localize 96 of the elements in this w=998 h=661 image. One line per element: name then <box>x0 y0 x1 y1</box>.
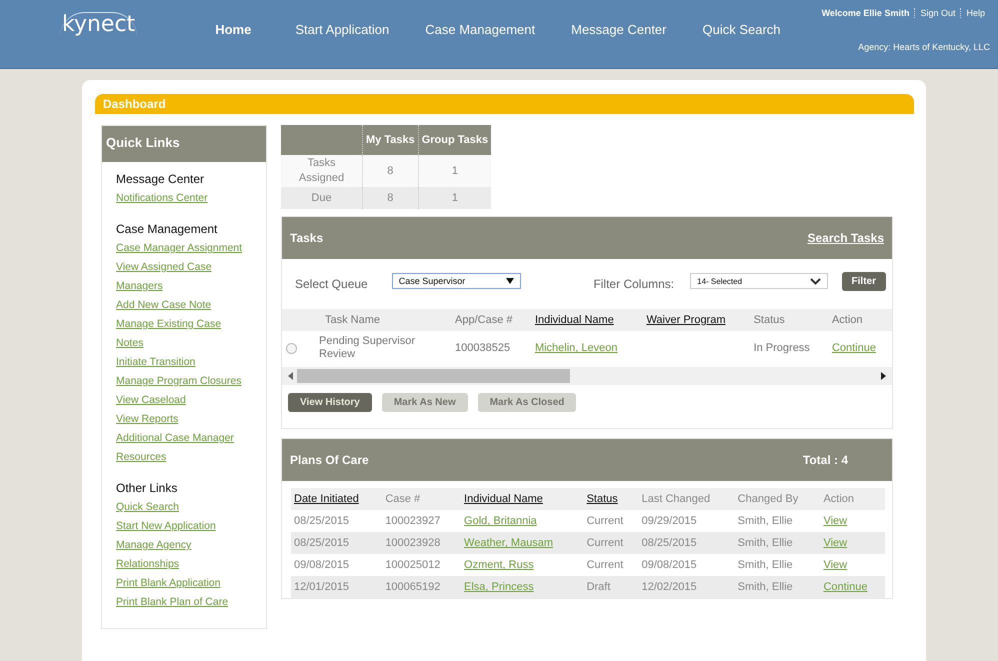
user-link[interactable]: Welcome Ellie Smith <box>816 8 914 18</box>
column-header: Last Changed <box>638 488 735 510</box>
column-header: Changed By <box>734 488 820 510</box>
total-count: Total : 4 <box>802 453 848 467</box>
horizontal-scrollbar[interactable] <box>282 367 892 385</box>
table-cell: Current <box>584 554 639 576</box>
individual-name-link[interactable]: Ozment, Russ <box>464 559 534 571</box>
quick-link[interactable]: Initiate Transition <box>116 353 246 372</box>
logo[interactable]: kynect <box>60 12 138 37</box>
section-heading: Case Management <box>116 222 218 236</box>
table-cell: 1 <box>418 187 492 209</box>
section-heading: Other Links <box>116 481 178 495</box>
quick-link[interactable]: Manage Program Closures <box>116 372 246 391</box>
dashboard-title: Dashboard <box>95 94 914 114</box>
table-cell: 8 <box>362 187 418 209</box>
individual-name-link[interactable]: Gold, Britannia <box>464 515 537 527</box>
quick-link[interactable]: Add New Case Note <box>116 296 246 315</box>
table-cell: 12/01/2015 <box>291 576 382 598</box>
filter-columns-label: Filter Columns: <box>593 277 674 291</box>
nav-link[interactable]: Quick Search <box>684 22 799 37</box>
nav-link[interactable]: Home <box>197 22 270 37</box>
table-cell: 08/25/2015 <box>291 510 382 532</box>
queue-label: Select Queue <box>295 277 368 291</box>
radio-button[interactable] <box>286 342 297 354</box>
quick-link[interactable]: Manage Agency Relationships <box>116 536 246 574</box>
column-header: Task Name <box>303 309 452 331</box>
nav-link[interactable]: Message Center <box>553 22 684 37</box>
table-cell: Pending Supervisor Review <box>303 331 452 365</box>
individual-name-link[interactable]: Michelin, Leveon <box>534 342 618 354</box>
table-cell: Current <box>584 532 639 554</box>
quick-link[interactable]: Notifications Center <box>116 189 246 208</box>
section-heading: Message Center <box>116 172 206 186</box>
user-link[interactable]: Help <box>960 8 990 18</box>
column-header[interactable]: Status <box>584 488 639 510</box>
quick-link[interactable]: Case Manager Assignment <box>116 239 246 258</box>
table-cell: 09/29/2015 <box>638 510 735 532</box>
table-cell: 1 <box>418 155 492 187</box>
column-header: Action <box>828 309 892 331</box>
table-cell: 100023928 <box>382 532 462 554</box>
quick-link[interactable]: Quick Search <box>116 498 246 517</box>
scroll-left-icon[interactable] <box>288 372 293 380</box>
action-link[interactable]: Continue <box>832 342 876 354</box>
table-cell: Draft <box>584 576 639 598</box>
table-cell: Smith, Ellie <box>734 510 820 532</box>
chevron-down-icon <box>810 278 821 284</box>
column-header[interactable]: Individual Name <box>532 309 644 331</box>
filter-columns-dropdown[interactable]: 14- Selected <box>690 273 828 289</box>
table-cell: 100023927 <box>382 510 462 532</box>
table-cell: Tasks Assigned <box>281 155 362 187</box>
quick-link[interactable]: Print Blank Application <box>116 574 246 593</box>
table-cell: 8 <box>362 155 418 187</box>
quick-link[interactable]: Manage Existing Case Notes <box>116 315 246 353</box>
nav-link[interactable]: Case Management <box>407 22 554 37</box>
table-cell: Smith, Ellie <box>734 576 820 598</box>
column-header: App/Case # <box>452 309 532 331</box>
column-header[interactable]: Individual Name <box>461 488 584 510</box>
panel-title: Plans Of Care <box>290 453 369 467</box>
column-header: Case # <box>382 488 462 510</box>
search-tasks-link[interactable]: Search Tasks <box>808 231 884 245</box>
quick-links-title: Quick Links <box>102 126 266 162</box>
column-header[interactable]: Date Initiated <box>291 488 382 510</box>
quick-link[interactable]: Additional Case Manager Resources <box>116 429 246 467</box>
dropdown-arrow-icon <box>506 278 514 284</box>
queue-dropdown[interactable]: Case Supervisor <box>392 273 522 289</box>
table-cell: 100025012 <box>382 554 462 576</box>
quick-link[interactable]: View Assigned Case Managers <box>116 258 246 296</box>
scroll-right-icon[interactable] <box>881 372 886 380</box>
column-header: Status <box>750 309 829 331</box>
table-header: Group Tasks <box>418 125 492 155</box>
table-cell: In Progress <box>750 331 829 365</box>
nav-link[interactable]: Start Application <box>277 22 408 37</box>
table-cell: 08/25/2015 <box>638 532 735 554</box>
column-header[interactable]: Waiver Program <box>643 309 751 331</box>
table-cell: 100065192 <box>382 576 462 598</box>
table-cell: Current <box>584 510 639 532</box>
table-header: My Tasks <box>362 125 418 155</box>
table-cell: 100038525 <box>452 331 532 365</box>
column-header: Action <box>820 488 885 510</box>
quick-link[interactable]: Start New Application <box>116 517 246 536</box>
action-link[interactable]: View <box>823 559 848 571</box>
quick-link[interactable]: View Reports <box>116 410 246 429</box>
table-cell: Smith, Ellie <box>734 532 820 554</box>
quick-link[interactable]: Print Blank Plan of Care <box>116 593 246 612</box>
filter-button[interactable]: Filter <box>842 272 886 290</box>
action-button[interactable]: View History <box>288 393 372 412</box>
table-cell: 09/08/2015 <box>638 554 735 576</box>
panel-title: Tasks <box>290 231 324 245</box>
table-cell: Smith, Ellie <box>734 554 820 576</box>
table-cell: 08/25/2015 <box>291 532 382 554</box>
action-link[interactable]: View <box>823 515 848 527</box>
table-cell: 09/08/2015 <box>291 554 382 576</box>
table-cell: Due <box>281 187 362 209</box>
quick-link[interactable]: View Caseload <box>116 391 246 410</box>
table-cell: 12/02/2015 <box>638 576 735 598</box>
user-link[interactable]: Sign Out <box>914 8 960 18</box>
agency-label: Agency: Hearts of Kentucky, LLC <box>858 42 990 52</box>
